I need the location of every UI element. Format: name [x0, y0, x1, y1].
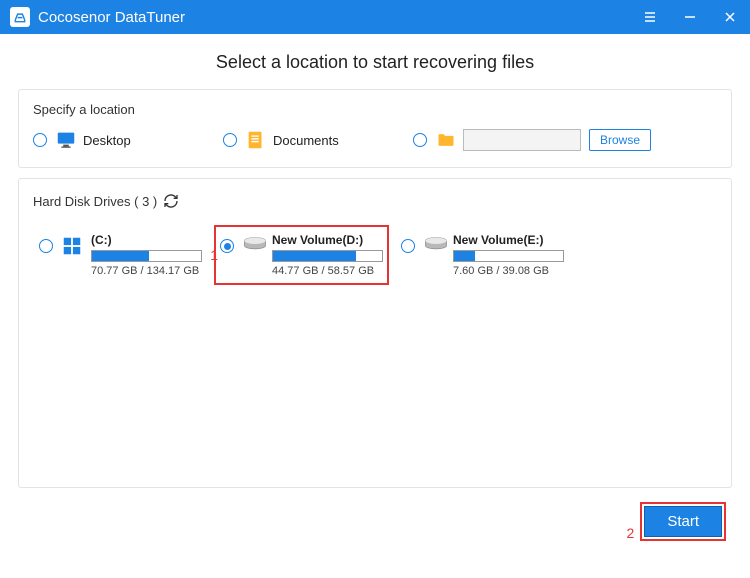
path-input[interactable]	[463, 129, 581, 151]
window-controls	[630, 0, 750, 34]
app-title: Cocosenor DataTuner	[38, 9, 630, 26]
specify-location-panel: Specify a location Desktop Documents Bro…	[18, 89, 732, 168]
specify-label: Specify a location	[33, 102, 717, 117]
folder-icon	[435, 129, 457, 151]
titlebar: Cocosenor DataTuner	[0, 0, 750, 34]
radio-documents[interactable]	[223, 133, 237, 147]
hdd-icon	[423, 235, 449, 257]
drive-usage-bar	[272, 250, 383, 262]
radio-drive[interactable]	[220, 239, 234, 253]
drive-usage-bar	[453, 250, 564, 262]
close-button[interactable]	[710, 0, 750, 34]
radio-drive[interactable]	[39, 239, 53, 253]
drive-name: New Volume(E:)	[453, 233, 564, 247]
drive-size: 70.77 GB / 134.17 GB	[91, 265, 202, 277]
refresh-icon[interactable]	[163, 193, 179, 209]
drive-name: New Volume(D:)	[272, 233, 383, 247]
footer: 2 Start	[0, 488, 750, 555]
documents-label: Documents	[273, 133, 339, 148]
location-desktop[interactable]: Desktop	[33, 129, 223, 151]
app-logo-icon	[10, 7, 30, 27]
drive-size: 44.77 GB / 58.57 GB	[272, 265, 383, 277]
documents-icon	[245, 129, 267, 151]
location-custom-path: Browse	[413, 129, 717, 151]
minimize-button[interactable]	[670, 0, 710, 34]
location-documents[interactable]: Documents	[223, 129, 413, 151]
browse-button[interactable]: Browse	[589, 129, 651, 151]
menu-button[interactable]	[630, 0, 670, 34]
radio-drive[interactable]	[401, 239, 415, 253]
start-button[interactable]: Start	[644, 506, 722, 537]
drive-name: (C:)	[91, 233, 202, 247]
annotation-2: 2	[627, 525, 635, 541]
windows-drive-icon	[61, 235, 87, 257]
drives-panel: Hard Disk Drives ( 3 ) (C:) 70.77 GB / 13…	[18, 178, 732, 488]
drive-item[interactable]: (C:)70.77 GB / 134.17 GB1	[33, 225, 208, 285]
page-heading: Select a location to start recovering fi…	[0, 34, 750, 89]
hdd-icon	[242, 235, 268, 257]
drive-usage-bar	[91, 250, 202, 262]
radio-custom-path[interactable]	[413, 133, 427, 147]
start-highlight: Start	[640, 502, 726, 541]
desktop-icon	[55, 129, 77, 151]
drive-size: 7.60 GB / 39.08 GB	[453, 265, 564, 277]
desktop-label: Desktop	[83, 133, 131, 148]
drive-item[interactable]: New Volume(D:) 44.77 GB / 58.57 GB	[214, 225, 389, 285]
drive-item[interactable]: New Volume(E:) 7.60 GB / 39.08 GB	[395, 225, 570, 285]
drives-label: Hard Disk Drives ( 3 )	[33, 194, 157, 209]
radio-desktop[interactable]	[33, 133, 47, 147]
